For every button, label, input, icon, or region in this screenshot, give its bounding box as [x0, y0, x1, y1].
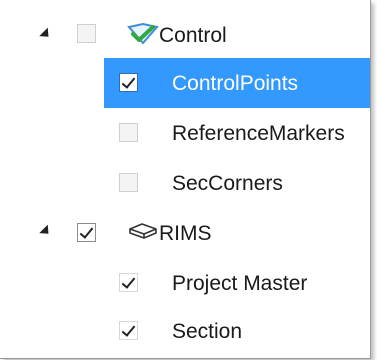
- tree-node-label: RIMS: [159, 222, 212, 245]
- section-checkbox[interactable]: [119, 321, 138, 340]
- tree-node-label: ControlPoints: [172, 72, 299, 95]
- controlpoints-checkbox[interactable]: [119, 73, 138, 92]
- checkmark-icon: [121, 274, 136, 289]
- control-checkbox[interactable]: [77, 24, 96, 43]
- tree-node-label: SecCorners: [172, 172, 283, 195]
- tree-node-label: Control: [159, 24, 227, 47]
- checkmark-icon: [121, 322, 136, 337]
- tree-node-controlpoints-content: ControlPoints: [0, 58, 370, 108]
- tree-node-seccorners[interactable]: SecCorners: [0, 158, 370, 208]
- layer-tree-panel: Control ControlPoints ReferenceMarkers S…: [0, 0, 371, 359]
- tree-node-label: Project Master: [172, 272, 308, 295]
- rims-checkbox[interactable]: [77, 223, 96, 242]
- seccorners-checkbox[interactable]: [119, 173, 138, 192]
- tree-node-rims[interactable]: RIMS: [0, 208, 370, 258]
- checkmark-icon: [79, 224, 94, 239]
- tree-node-project-master[interactable]: Project Master: [0, 258, 370, 308]
- referencemarkers-checkbox[interactable]: [119, 123, 138, 142]
- control-survey-icon: [127, 22, 159, 47]
- tree-node-section[interactable]: Section: [0, 306, 370, 356]
- tree-node-label: Section: [172, 320, 243, 343]
- project-master-checkbox[interactable]: [119, 273, 138, 292]
- tree-node-control[interactable]: Control: [0, 11, 370, 61]
- tree-node-label: ReferenceMarkers: [172, 122, 345, 145]
- tree-node-referencemarkers[interactable]: ReferenceMarkers: [0, 108, 370, 158]
- database-layer-icon: [127, 221, 159, 245]
- checkmark-icon: [121, 74, 136, 89]
